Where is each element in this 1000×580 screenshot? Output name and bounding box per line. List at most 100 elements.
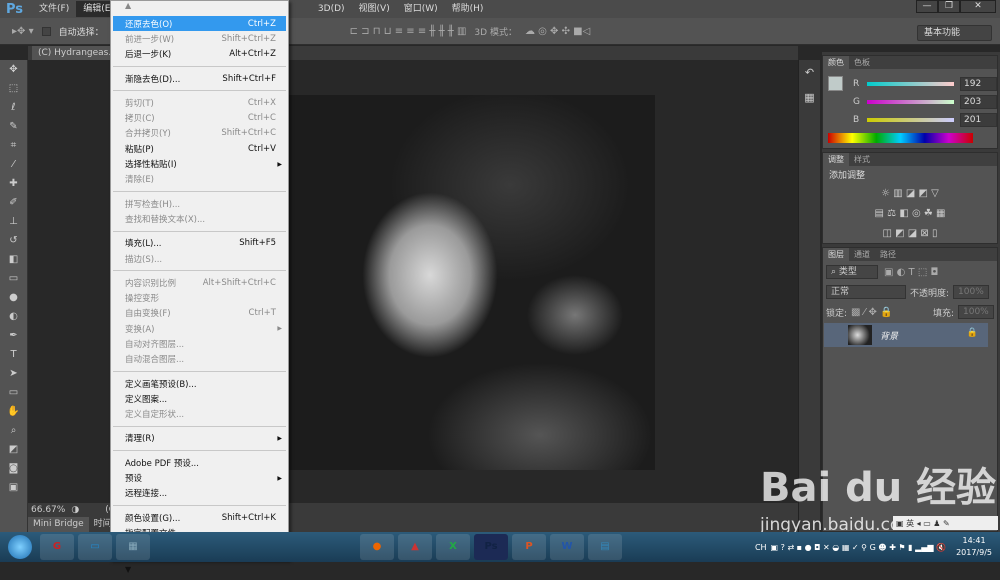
menu-item[interactable]: 颜色设置(G)... Shift+Ctrl+K <box>111 510 288 525</box>
marquee-tool-icon[interactable]: ⬚ <box>0 79 27 98</box>
gradient-tool-icon[interactable]: ▭ <box>0 269 27 288</box>
menu-item[interactable]: Adobe PDF 预设... <box>111 455 288 470</box>
scroll-down-arrow[interactable]: ▼ <box>111 565 288 580</box>
align-icons[interactable]: ⊏ ⊐ ⊓ ⊔ ≡ ≡ ≡ ╫ ╫ ╫ ▥ <box>350 26 467 37</box>
menu-3d[interactable]: 3D(D) <box>311 1 352 17</box>
menu-item: 合并拷贝(Y) Shift+Ctrl+C <box>111 126 288 141</box>
opacity-field[interactable]: 100% <box>953 285 990 299</box>
b-value[interactable]: 201 <box>960 113 997 127</box>
taskbar-app-button[interactable]: ● <box>360 534 394 560</box>
taskbar-app-button[interactable]: Ps <box>474 534 508 560</box>
menu-item[interactable]: 后退一步(K) Alt+Ctrl+Z <box>111 47 288 62</box>
ime-toolbar[interactable]: ▣ 英 ◂ ▭ ♟ ✎ <box>893 516 998 530</box>
taskbar-app-button[interactable]: ▭ <box>78 534 112 560</box>
taskbar-app-button[interactable]: G <box>40 534 74 560</box>
zoom-level[interactable]: 66.67% <box>31 505 65 515</box>
lock-icons[interactable]: ▩ ⁄ ✥ 🔒 <box>851 307 892 318</box>
brush-tool-icon[interactable]: ✐ <box>0 193 27 212</box>
r-slider[interactable] <box>866 82 954 86</box>
filter-icons[interactable]: ▣ ◐ T ⬚ ◘ <box>884 267 938 278</box>
menu-item[interactable]: 远程连接... <box>111 486 288 501</box>
auto-select-checkbox[interactable] <box>41 26 51 36</box>
color-swatches[interactable]: ◩ <box>0 440 27 459</box>
blur-tool-icon[interactable]: ● <box>0 288 27 307</box>
taskbar-app-button[interactable]: ▦ <box>116 534 150 560</box>
tab-paths[interactable]: 路径 <box>875 248 901 261</box>
restore-button[interactable]: ❐ <box>938 0 960 13</box>
minimize-button[interactable]: — <box>916 0 938 13</box>
menu-item[interactable]: 还原去色(O) Ctrl+Z <box>113 16 286 32</box>
path-select-tool-icon[interactable]: ➤ <box>0 364 27 383</box>
hand-tool-icon[interactable]: ✋ <box>0 402 27 421</box>
foreground-color-swatch[interactable] <box>828 76 843 91</box>
lasso-tool-icon[interactable]: ℓ <box>0 98 27 117</box>
fill-field[interactable]: 100% <box>958 305 994 319</box>
crop-tool-icon[interactable]: ⌗ <box>0 136 27 155</box>
layer-filter-select[interactable]: ⌕ 类型 <box>826 265 878 279</box>
g-slider[interactable] <box>866 100 954 104</box>
menu-item[interactable]: 渐隐去色(D)... Shift+Ctrl+F <box>111 71 288 86</box>
adjustment-icons-row-2[interactable]: ▤ ⚖ ◧ ◎ ☘ ▦ <box>823 203 997 223</box>
menu-item[interactable]: 填充(L)... Shift+F5 <box>111 236 288 251</box>
language-indicator[interactable]: CH <box>755 543 767 552</box>
tab-layers[interactable]: 图层 <box>823 248 849 261</box>
zoom-tool-icon[interactable]: ⌕ <box>0 421 27 440</box>
color-spectrum[interactable] <box>828 133 973 143</box>
quick-mask-icon[interactable]: ◙ <box>0 459 27 478</box>
b-slider[interactable] <box>866 118 954 122</box>
screen-mode-icon[interactable]: ▣ <box>0 478 27 497</box>
dodge-tool-icon[interactable]: ◐ <box>0 307 27 326</box>
history-brush-icon[interactable]: ↺ <box>0 231 27 250</box>
clock[interactable]: 14:41 2017/9/5 <box>956 535 992 559</box>
menu-window[interactable]: 窗口(W) <box>397 1 445 17</box>
quick-select-tool-icon[interactable]: ✎ <box>0 117 27 136</box>
adjustment-icons-row-3[interactable]: ◫ ◩ ◪ ⊠ ▯ <box>823 223 997 243</box>
tab-channels[interactable]: 通道 <box>849 248 875 261</box>
taskbar-app-button[interactable]: ▲ <box>398 534 432 560</box>
move-tool-icon[interactable]: ▸✥ ▾ <box>12 26 34 37</box>
close-button[interactable]: ✕ <box>960 0 996 13</box>
menu-item[interactable]: 定义图案... <box>111 391 288 406</box>
scroll-up-arrow[interactable]: ▲ <box>111 1 288 16</box>
tab-mini-bridge[interactable]: Mini Bridge <box>28 517 89 532</box>
menu-item[interactable]: 粘贴(P) Ctrl+V <box>111 141 288 156</box>
r-value[interactable]: 192 <box>960 77 997 91</box>
status-info-icon[interactable]: ◑ <box>71 505 79 515</box>
layer-filter-value: 类型 <box>838 267 857 277</box>
menu-separator <box>113 425 286 427</box>
eraser-tool-icon[interactable]: ◧ <box>0 250 27 269</box>
3d-mode-icons[interactable]: ☁ ◎ ✥ ✣ ■◁ <box>525 26 590 37</box>
taskbar-app-button[interactable]: P <box>512 534 546 560</box>
type-tool-icon[interactable]: T <box>0 345 27 364</box>
tab-color[interactable]: 颜色 <box>823 56 849 69</box>
tab-styles[interactable]: 样式 <box>849 153 875 166</box>
start-button[interactable] <box>0 532 40 562</box>
shape-tool-icon[interactable]: ▭ <box>0 383 27 402</box>
move-tool-icon[interactable]: ✥ <box>0 60 27 79</box>
tab-adjustments[interactable]: 调整 <box>823 153 849 166</box>
tab-swatches[interactable]: 色板 <box>849 56 875 69</box>
menu-view[interactable]: 视图(V) <box>352 1 397 17</box>
blend-mode-select[interactable]: 正常 <box>826 285 906 299</box>
tray-icons[interactable]: ▣ ? ⇄ ▪ ● ◘ ✕ ◒ ▦ ✓ ⚲ G ☻ ✚ ⚑ ▮ ▂▄▆ 🔇 <box>771 543 947 552</box>
menu-item[interactable]: 预设 ▶ <box>111 470 288 485</box>
history-icon[interactable]: ↶ <box>799 66 820 79</box>
taskbar-app-button[interactable]: W <box>550 534 584 560</box>
healing-tool-icon[interactable]: ✚ <box>0 174 27 193</box>
stamp-tool-icon[interactable]: ⊥ <box>0 212 27 231</box>
adjustment-icons-row-1[interactable]: ☼ ▥ ◪ ◩ ▽ <box>823 183 997 203</box>
menu-item[interactable]: 定义画笔预设(B)... <box>111 376 288 391</box>
properties-icon[interactable]: ▦ <box>799 91 820 104</box>
eyedropper-tool-icon[interactable]: ⁄ <box>0 155 27 174</box>
pen-tool-icon[interactable]: ✒ <box>0 326 27 345</box>
g-value[interactable]: 203 <box>960 95 997 109</box>
layer-row-background[interactable]: 背景 🔒 <box>824 323 988 347</box>
menu-file[interactable]: 文件(F) <box>32 1 76 17</box>
menu-item[interactable]: 清理(R) ▶ <box>111 431 288 446</box>
taskbar-app-button[interactable]: X <box>436 534 470 560</box>
menu-item[interactable]: 选择性粘贴(I) ▶ <box>111 156 288 171</box>
taskbar-app-button[interactable]: ▤ <box>588 534 622 560</box>
menu-help[interactable]: 帮助(H) <box>445 1 491 17</box>
layer-name[interactable]: 背景 <box>880 329 898 342</box>
workspace-select[interactable]: 基本功能 <box>917 25 992 41</box>
